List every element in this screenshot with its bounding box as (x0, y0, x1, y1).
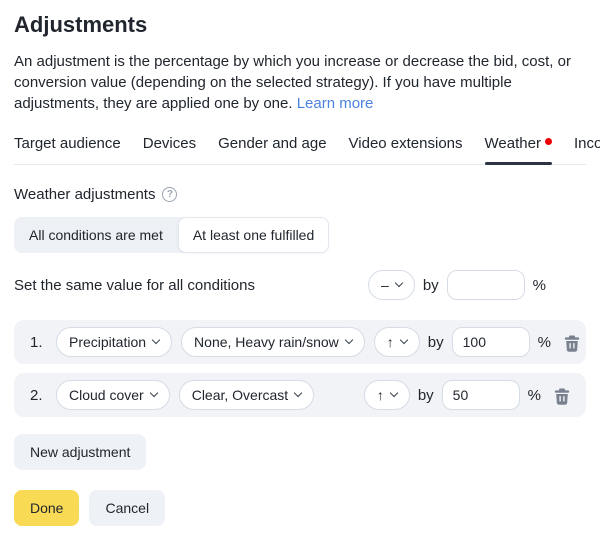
tab-weather[interactable]: Weather (485, 134, 552, 164)
direction-value: ↑ (377, 387, 384, 403)
adjustments-panel: Adjustments An adjustment is the percent… (0, 0, 600, 526)
parameter-dropdown[interactable]: Precipitation (56, 327, 172, 357)
same-value-input[interactable] (447, 270, 525, 300)
conditions-dropdown[interactable]: None, Heavy rain/snow (181, 327, 365, 357)
page-title: Adjustments (14, 12, 586, 38)
chevron-down-icon (390, 389, 398, 397)
tab-target-audience[interactable]: Target audience (14, 134, 121, 164)
adjustment-rows: 1. Precipitation None, Heavy rain/snow ↑… (14, 320, 586, 417)
percent-label: % (533, 277, 546, 294)
percent-label: % (538, 334, 551, 351)
cancel-button[interactable]: Cancel (89, 490, 165, 526)
delete-row-button[interactable] (564, 333, 580, 352)
percent-label: % (528, 387, 541, 404)
new-adjustment-button[interactable]: New adjustment (14, 434, 146, 470)
conditions-dropdown[interactable]: Clear, Overcast (179, 380, 314, 410)
section-header: Weather adjustments ? (14, 186, 586, 203)
trash-icon (554, 388, 570, 405)
adjustment-row-2: 2. Cloud cover Clear, Overcast ↑ by % (14, 373, 586, 417)
same-value-direction-value: – (381, 277, 389, 293)
chevron-down-icon (395, 279, 403, 287)
same-value-row: Set the same value for all conditions – … (14, 270, 586, 300)
chevron-down-icon (400, 336, 408, 344)
chevron-down-icon (345, 336, 353, 344)
tab-devices[interactable]: Devices (143, 134, 196, 164)
by-label: by (418, 387, 434, 404)
tab-gender-and-age[interactable]: Gender and age (218, 134, 326, 164)
conditions-value: Clear, Overcast (192, 387, 288, 403)
row-number: 1. (30, 334, 47, 351)
direction-dropdown[interactable]: ↑ (364, 380, 410, 410)
description: An adjustment is the percentage by which… (14, 51, 586, 114)
delete-row-button[interactable] (554, 386, 570, 405)
parameter-value: Cloud cover (69, 387, 144, 403)
adjustment-row-1: 1. Precipitation None, Heavy rain/snow ↑… (14, 320, 586, 364)
chevron-down-icon (294, 389, 302, 397)
conditions-value: None, Heavy rain/snow (194, 334, 339, 350)
by-label: by (423, 277, 439, 294)
all-conditions-met-option[interactable]: All conditions are met (14, 217, 178, 253)
done-button[interactable]: Done (14, 490, 79, 526)
notification-dot-icon (545, 138, 552, 145)
adjustment-value-input[interactable] (452, 327, 530, 357)
direction-dropdown[interactable]: ↑ (374, 327, 420, 357)
row-number: 2. (30, 387, 47, 404)
condition-mode-toggle: All conditions are met At least one fulf… (14, 217, 329, 253)
same-value-controls: – by % (368, 270, 546, 300)
same-value-direction-dropdown[interactable]: – (368, 270, 415, 300)
chevron-down-icon (149, 389, 157, 397)
description-text: An adjustment is the percentage by which… (14, 53, 571, 112)
parameter-value: Precipitation (69, 334, 146, 350)
row-value-controls: ↑ by % (364, 380, 570, 410)
tab-video-extensions[interactable]: Video extensions (349, 134, 463, 164)
trash-icon (564, 335, 580, 352)
help-question-icon[interactable]: ? (162, 187, 177, 202)
chevron-down-icon (152, 336, 160, 344)
learn-more-link[interactable]: Learn more (297, 95, 374, 112)
same-value-label: Set the same value for all conditions (14, 277, 255, 294)
by-label: by (428, 334, 444, 351)
footer-actions: Done Cancel (14, 490, 586, 526)
tab-bar: Target audience Devices Gender and age V… (14, 134, 586, 165)
parameter-dropdown[interactable]: Cloud cover (56, 380, 170, 410)
direction-value: ↑ (387, 334, 394, 350)
tab-income[interactable]: Income (574, 134, 600, 164)
section-title: Weather adjustments (14, 186, 155, 203)
tab-weather-label: Weather (485, 135, 541, 152)
adjustment-value-input[interactable] (442, 380, 520, 410)
at-least-one-fulfilled-option[interactable]: At least one fulfilled (178, 217, 329, 253)
row-value-controls: ↑ by % (374, 327, 580, 357)
